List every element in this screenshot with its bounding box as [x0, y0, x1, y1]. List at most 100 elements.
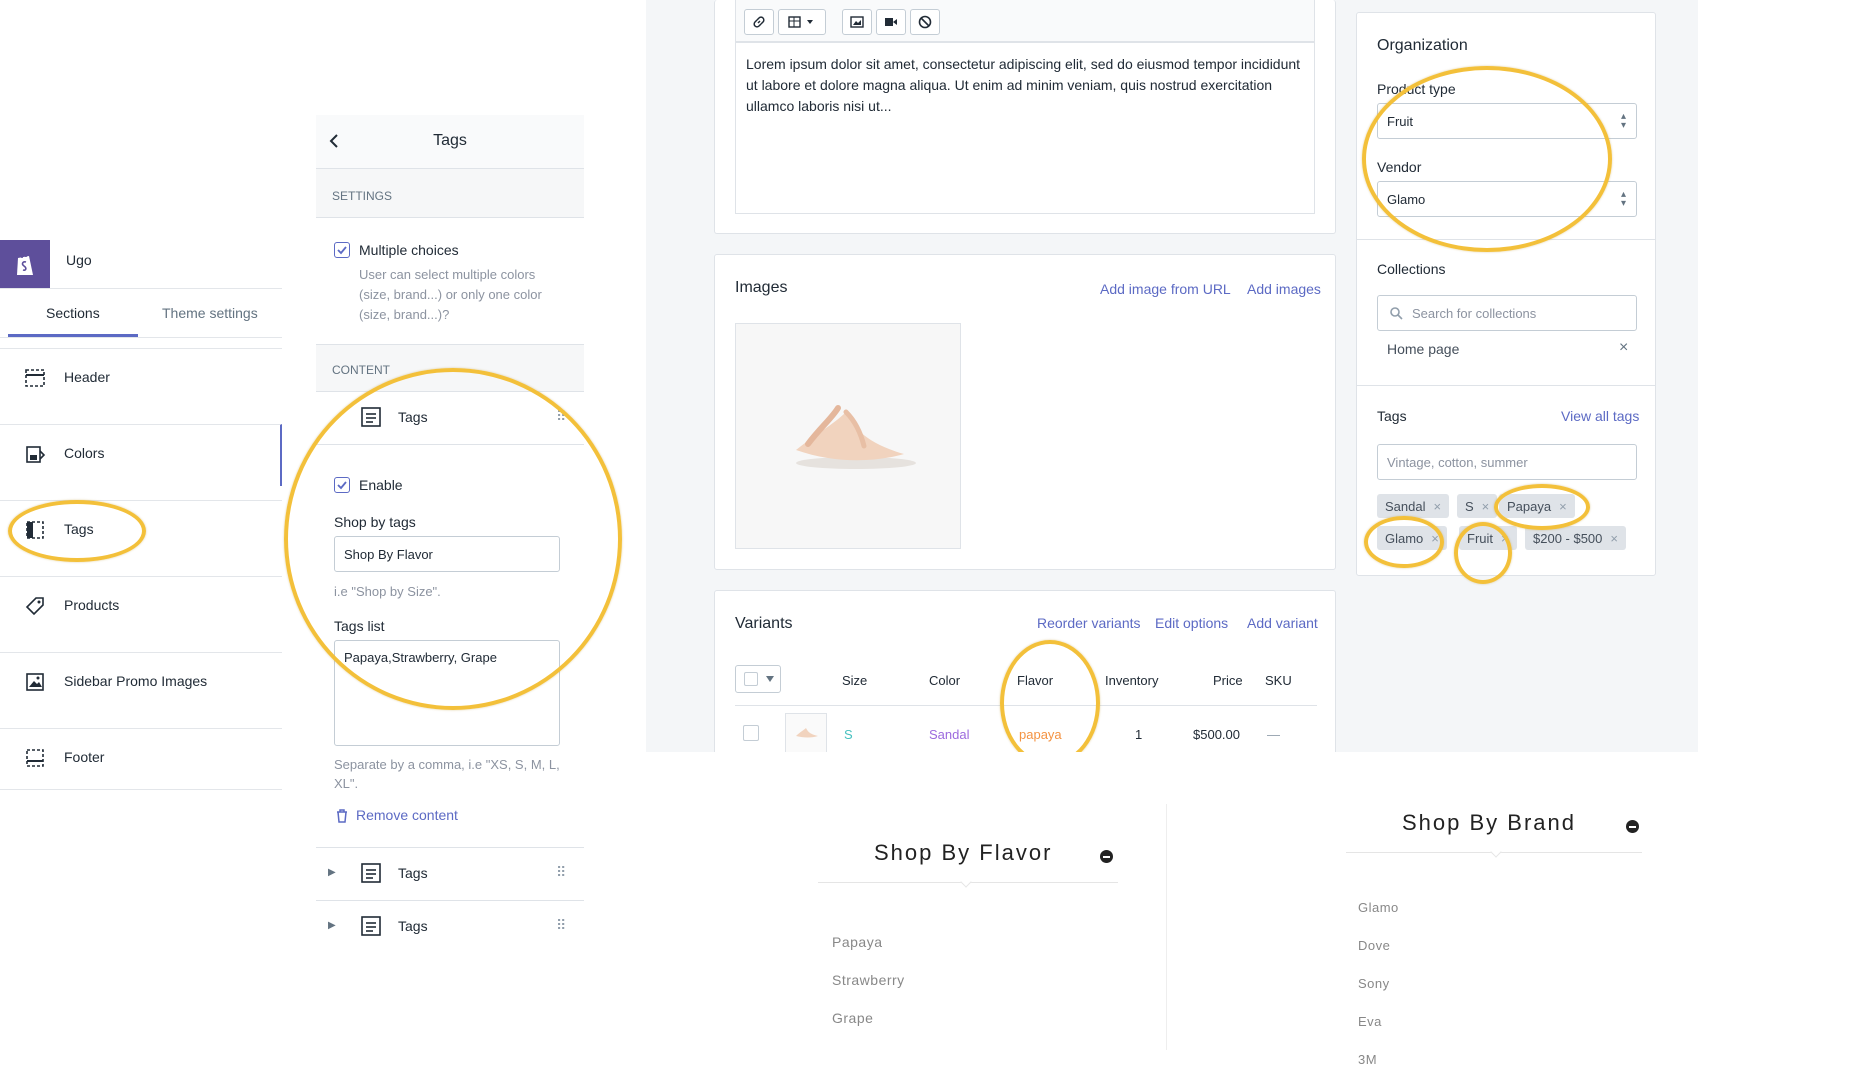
sidebar-item-tags[interactable]: Tags [0, 500, 282, 562]
remove-tag-icon[interactable]: × [1433, 499, 1441, 514]
flavor-item-papaya[interactable]: Papaya [832, 934, 882, 950]
shop-by-brand-title: Shop By Brand [1402, 810, 1576, 835]
remove-tag-icon[interactable]: × [1482, 499, 1490, 514]
variant-color[interactable]: Sandal [929, 727, 969, 742]
tags-input[interactable]: Vintage, cotton, summer [1377, 444, 1637, 480]
product-type-select[interactable]: Fruit ▴ ▾ [1377, 103, 1637, 139]
text-block-icon [361, 863, 381, 883]
variant-size[interactable]: S [844, 727, 853, 742]
store-name[interactable]: Ugo [66, 252, 92, 268]
search-icon [1390, 307, 1403, 320]
tag-label: $200 - $500 [1533, 530, 1603, 546]
collapse-icon[interactable] [1100, 850, 1113, 863]
select-arrows-icon: ▴ ▾ [1620, 189, 1626, 209]
multiple-choices-checkbox[interactable] [334, 242, 350, 258]
sidebar-item-colors[interactable]: Colors [0, 424, 282, 486]
clear-format-icon[interactable] [910, 9, 940, 35]
drag-handle-icon[interactable]: ⠿ [556, 408, 566, 425]
remove-tag-icon[interactable]: × [1501, 531, 1509, 546]
brand-item-eva[interactable]: Eva [1358, 1014, 1382, 1029]
remove-tag-icon[interactable]: × [1559, 499, 1567, 514]
tags-list-help: Separate by a comma, i.e "XS, S, M, L, X… [334, 757, 560, 791]
flavor-item-strawberry[interactable]: Strawberry [832, 972, 905, 988]
tag-chip[interactable]: Sandal × [1377, 494, 1450, 518]
description-card: Lorem ipsum dolor sit amet, consectetur … [714, 0, 1336, 234]
shop-by-tags-label: Shop by tags [334, 514, 416, 530]
variant-thumbnail[interactable] [785, 713, 827, 755]
remove-tag-icon[interactable]: × [1610, 531, 1618, 546]
add-image-from-url-link[interactable]: Add image from URL [1100, 281, 1231, 297]
vendor-label: Vendor [1377, 159, 1422, 175]
tags-list-textarea[interactable]: Papaya,Strawberry, Grape [334, 640, 560, 746]
organization-card: Organization Product type Fruit ▴ ▾ Vendo… [1356, 12, 1656, 576]
trash-icon[interactable] [336, 809, 348, 823]
tag-chip[interactable]: $200 - $500 × [1525, 526, 1626, 550]
row-checkbox[interactable] [743, 725, 759, 741]
collapsed-block-title[interactable]: Tags [398, 918, 428, 934]
block-title[interactable]: Tags [398, 409, 428, 425]
tag-label: S [1465, 498, 1474, 514]
vendor-select[interactable]: Glamo ▴ ▾ [1377, 181, 1637, 217]
content-heading: CONTENT [332, 363, 390, 377]
table-icon[interactable] [778, 9, 826, 35]
insert-image-icon[interactable] [842, 9, 872, 35]
add-images-link[interactable]: Add images [1247, 281, 1321, 297]
sidebar-item-products[interactable]: Products [0, 576, 282, 638]
remove-content-link[interactable]: Remove content [356, 807, 458, 823]
view-all-tags-link[interactable]: View all tags [1561, 408, 1639, 424]
collapse-icon[interactable] [1626, 820, 1639, 833]
panel-header: Tags [316, 115, 584, 169]
description-editor[interactable]: Lorem ipsum dolor sit amet, consectetur … [735, 42, 1315, 214]
tag-label: Fruit [1467, 530, 1493, 546]
description-text: Lorem ipsum dolor sit amet, consectetur … [746, 56, 1301, 114]
brand-item-glamo[interactable]: Glamo [1358, 900, 1399, 915]
tag-label: Glamo [1385, 530, 1424, 546]
product-image[interactable] [735, 323, 961, 549]
drag-handle-icon[interactable]: ⠿ [556, 864, 566, 881]
sidebar-item-header[interactable]: Header [0, 348, 282, 410]
divider [316, 847, 584, 848]
variant-sku: — [1267, 727, 1280, 742]
enable-label: Enable [359, 477, 403, 493]
collapsed-block-title[interactable]: Tags [398, 865, 428, 881]
drag-handle-icon[interactable]: ⠿ [556, 917, 566, 934]
shopify-logo-icon[interactable] [0, 240, 50, 288]
tab-theme-settings[interactable]: Theme settings [162, 305, 258, 321]
flavor-item-grape[interactable]: Grape [832, 1010, 873, 1026]
tags-list-label: Tags list [334, 618, 385, 634]
enable-checkbox[interactable] [334, 477, 350, 493]
select-all-checkbox[interactable] [735, 665, 781, 693]
collections-search-input[interactable]: Search for collections [1377, 295, 1637, 331]
brand-item-sony[interactable]: Sony [1358, 976, 1390, 991]
link-icon[interactable] [744, 9, 774, 35]
product-type-label: Product type [1377, 81, 1456, 97]
column-flavor: Flavor [1017, 673, 1054, 688]
images-title: Images [735, 279, 788, 296]
column-color: Color [929, 673, 961, 688]
sidebar-item-promo-images[interactable]: Sidebar Promo Images [0, 652, 282, 714]
reorder-variants-link[interactable]: Reorder variants [1037, 615, 1141, 631]
tag-chip[interactable]: Papaya × [1499, 494, 1575, 518]
tag-chip[interactable]: Glamo × [1377, 526, 1447, 550]
tag-chip[interactable]: S × [1457, 494, 1498, 518]
expand-caret-icon[interactable]: ▶ [328, 867, 336, 878]
panel-title: Tags [433, 132, 467, 149]
edit-options-link[interactable]: Edit options [1155, 615, 1228, 631]
shop-by-flavor-title: Shop By Flavor [874, 840, 1053, 865]
sidebar-item-footer[interactable]: Footer [0, 728, 282, 790]
video-icon[interactable] [876, 9, 906, 35]
brand-item-3m[interactable]: 3M [1358, 1052, 1377, 1067]
tag-chip[interactable]: Fruit × [1459, 526, 1517, 550]
product-type-value: Fruit [1387, 113, 1413, 129]
tab-sections[interactable]: Sections [46, 305, 100, 321]
paint-bucket-icon [26, 446, 46, 463]
title-pointer [960, 876, 972, 888]
brand-item-dove[interactable]: Dove [1358, 938, 1390, 953]
add-variant-link[interactable]: Add variant [1247, 615, 1318, 631]
variant-flavor[interactable]: papaya [1019, 727, 1062, 742]
remove-tag-icon[interactable]: × [1431, 531, 1439, 546]
expand-caret-icon[interactable]: ▶ [328, 920, 336, 931]
multiple-choices-label: Multiple choices [359, 242, 459, 258]
remove-collection-icon[interactable]: × [1619, 339, 1628, 357]
shop-by-tags-input[interactable]: Shop By Flavor [334, 536, 560, 572]
